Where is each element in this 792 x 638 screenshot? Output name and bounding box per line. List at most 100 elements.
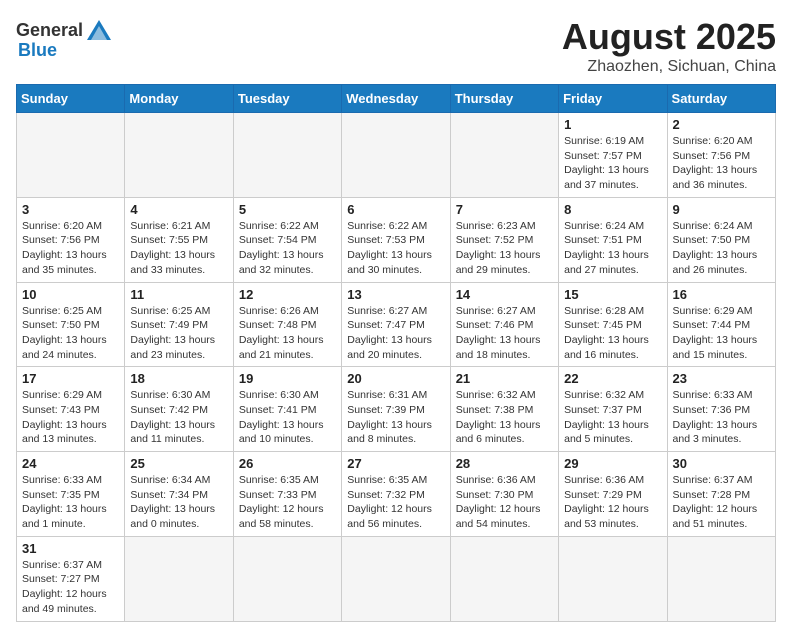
- day-info: Sunrise: 6:20 AM Sunset: 7:56 PM Dayligh…: [22, 219, 119, 278]
- day-number: 12: [239, 287, 336, 302]
- calendar-header-row: Sunday Monday Tuesday Wednesday Thursday…: [17, 85, 776, 113]
- calendar-week-4: 24Sunrise: 6:33 AM Sunset: 7:35 PM Dayli…: [17, 452, 776, 537]
- calendar-cell-4-3: 27 Sunrise: 6:35 AM Sunset: 7:32 PM Dayli…: [342, 452, 450, 537]
- day-number: 7: [456, 202, 553, 217]
- day-info: Sunrise: 6:26 AM Sunset: 7:48 PM Dayligh…: [239, 304, 336, 363]
- calendar-week-3: 17 Sunrise: 6:29 AM Sunset: 7:43 PM Dayli…: [17, 367, 776, 452]
- day-info: Sunrise: 6:25 AM Sunset: 7:50 PM Dayligh…: [22, 304, 119, 363]
- day-number: 30: [673, 456, 770, 471]
- day-info: Sunrise: 6:32 AM Sunset: 7:37 PM Dayligh…: [564, 388, 661, 447]
- calendar-title: August 2025: [562, 16, 776, 58]
- logo-blue-text: Blue: [18, 40, 57, 61]
- calendar-week-1: 3 Sunrise: 6:20 AM Sunset: 7:56 PM Daylig…: [17, 197, 776, 282]
- header-thursday: Thursday: [450, 85, 558, 113]
- day-info: Sunrise: 6:36 AM Sunset: 7:30 PM Dayligh…: [456, 473, 553, 532]
- day-info: Sunrise: 6:27 AM Sunset: 7:47 PM Dayligh…: [347, 304, 444, 363]
- day-info: Sunrise: 6:37 AM Sunset: 7:27 PM Dayligh…: [22, 558, 119, 617]
- calendar-cell-2-4: 14 Sunrise: 6:27 AM Sunset: 7:46 PM Dayli…: [450, 282, 558, 367]
- day-number: 14: [456, 287, 553, 302]
- calendar-cell-3-2: 19Sunrise: 6:30 AM Sunset: 7:41 PM Dayli…: [233, 367, 341, 452]
- title-section: August 2025 Zhaozhen, Sichuan, China: [562, 16, 776, 76]
- day-info: Sunrise: 6:31 AM Sunset: 7:39 PM Dayligh…: [347, 388, 444, 447]
- day-number: 28: [456, 456, 553, 471]
- day-number: 29: [564, 456, 661, 471]
- calendar-cell-2-0: 10Sunrise: 6:25 AM Sunset: 7:50 PM Dayli…: [17, 282, 125, 367]
- calendar-cell-5-5: [559, 536, 667, 621]
- calendar-cell-5-0: 31 Sunrise: 6:37 AM Sunset: 7:27 PM Dayli…: [17, 536, 125, 621]
- day-number: 19: [239, 371, 336, 386]
- day-number: 16: [673, 287, 770, 302]
- calendar-cell-4-4: 28 Sunrise: 6:36 AM Sunset: 7:30 PM Dayli…: [450, 452, 558, 537]
- calendar-cell-5-6: [667, 536, 775, 621]
- calendar-cell-1-5: 8Sunrise: 6:24 AM Sunset: 7:51 PM Daylig…: [559, 197, 667, 282]
- calendar-cell-0-6: 2Sunrise: 6:20 AM Sunset: 7:56 PM Daylig…: [667, 113, 775, 198]
- day-info: Sunrise: 6:30 AM Sunset: 7:42 PM Dayligh…: [130, 388, 227, 447]
- calendar-cell-1-3: 6 Sunrise: 6:22 AM Sunset: 7:53 PM Daylig…: [342, 197, 450, 282]
- logo: General Blue: [16, 16, 113, 61]
- day-number: 15: [564, 287, 661, 302]
- calendar-cell-5-3: [342, 536, 450, 621]
- header-wednesday: Wednesday: [342, 85, 450, 113]
- calendar-cell-4-5: 29 Sunrise: 6:36 AM Sunset: 7:29 PM Dayli…: [559, 452, 667, 537]
- calendar-cell-2-1: 11 Sunrise: 6:25 AM Sunset: 7:49 PM Dayli…: [125, 282, 233, 367]
- calendar-cell-0-1: [125, 113, 233, 198]
- day-info: Sunrise: 6:22 AM Sunset: 7:53 PM Dayligh…: [347, 219, 444, 278]
- calendar-cell-1-1: 4 Sunrise: 6:21 AM Sunset: 7:55 PM Daylig…: [125, 197, 233, 282]
- calendar-cell-3-1: 18 Sunrise: 6:30 AM Sunset: 7:42 PM Dayli…: [125, 367, 233, 452]
- day-number: 20: [347, 371, 444, 386]
- calendar-cell-4-2: 26Sunrise: 6:35 AM Sunset: 7:33 PM Dayli…: [233, 452, 341, 537]
- day-info: Sunrise: 6:29 AM Sunset: 7:44 PM Dayligh…: [673, 304, 770, 363]
- page-header: General Blue August 2025 Zhaozhen, Sichu…: [16, 16, 776, 76]
- day-info: Sunrise: 6:33 AM Sunset: 7:36 PM Dayligh…: [673, 388, 770, 447]
- calendar-cell-0-5: 1Sunrise: 6:19 AM Sunset: 7:57 PM Daylig…: [559, 113, 667, 198]
- day-number: 5: [239, 202, 336, 217]
- day-info: Sunrise: 6:20 AM Sunset: 7:56 PM Dayligh…: [673, 134, 770, 193]
- day-number: 6: [347, 202, 444, 217]
- day-number: 25: [130, 456, 227, 471]
- day-number: 31: [22, 541, 119, 556]
- day-number: 17: [22, 371, 119, 386]
- day-info: Sunrise: 6:32 AM Sunset: 7:38 PM Dayligh…: [456, 388, 553, 447]
- day-info: Sunrise: 6:36 AM Sunset: 7:29 PM Dayligh…: [564, 473, 661, 532]
- day-info: Sunrise: 6:29 AM Sunset: 7:43 PM Dayligh…: [22, 388, 119, 447]
- calendar-cell-4-1: 25Sunrise: 6:34 AM Sunset: 7:34 PM Dayli…: [125, 452, 233, 537]
- day-info: Sunrise: 6:22 AM Sunset: 7:54 PM Dayligh…: [239, 219, 336, 278]
- day-info: Sunrise: 6:25 AM Sunset: 7:49 PM Dayligh…: [130, 304, 227, 363]
- calendar-cell-1-2: 5 Sunrise: 6:22 AM Sunset: 7:54 PM Daylig…: [233, 197, 341, 282]
- day-info: Sunrise: 6:23 AM Sunset: 7:52 PM Dayligh…: [456, 219, 553, 278]
- calendar-cell-1-0: 3 Sunrise: 6:20 AM Sunset: 7:56 PM Daylig…: [17, 197, 125, 282]
- header-saturday: Saturday: [667, 85, 775, 113]
- calendar-cell-3-6: 23 Sunrise: 6:33 AM Sunset: 7:36 PM Dayli…: [667, 367, 775, 452]
- day-info: Sunrise: 6:24 AM Sunset: 7:50 PM Dayligh…: [673, 219, 770, 278]
- day-number: 18: [130, 371, 227, 386]
- day-number: 8: [564, 202, 661, 217]
- calendar-cell-3-0: 17 Sunrise: 6:29 AM Sunset: 7:43 PM Dayli…: [17, 367, 125, 452]
- calendar-week-2: 10Sunrise: 6:25 AM Sunset: 7:50 PM Dayli…: [17, 282, 776, 367]
- header-sunday: Sunday: [17, 85, 125, 113]
- day-number: 26: [239, 456, 336, 471]
- day-info: Sunrise: 6:19 AM Sunset: 7:57 PM Dayligh…: [564, 134, 661, 193]
- day-number: 4: [130, 202, 227, 217]
- calendar-week-0: 1Sunrise: 6:19 AM Sunset: 7:57 PM Daylig…: [17, 113, 776, 198]
- calendar-week-5: 31 Sunrise: 6:37 AM Sunset: 7:27 PM Dayli…: [17, 536, 776, 621]
- calendar-cell-0-4: [450, 113, 558, 198]
- calendar-subtitle: Zhaozhen, Sichuan, China: [562, 58, 776, 76]
- day-number: 22: [564, 371, 661, 386]
- header-tuesday: Tuesday: [233, 85, 341, 113]
- day-number: 3: [22, 202, 119, 217]
- day-info: Sunrise: 6:27 AM Sunset: 7:46 PM Dayligh…: [456, 304, 553, 363]
- day-number: 11: [130, 287, 227, 302]
- day-number: 23: [673, 371, 770, 386]
- day-info: Sunrise: 6:33 AM Sunset: 7:35 PM Dayligh…: [22, 473, 119, 532]
- logo-triangle-icon: [85, 16, 113, 44]
- calendar-cell-5-4: [450, 536, 558, 621]
- day-number: 27: [347, 456, 444, 471]
- calendar-cell-3-3: 20 Sunrise: 6:31 AM Sunset: 7:39 PM Dayli…: [342, 367, 450, 452]
- day-info: Sunrise: 6:28 AM Sunset: 7:45 PM Dayligh…: [564, 304, 661, 363]
- header-friday: Friday: [559, 85, 667, 113]
- day-info: Sunrise: 6:21 AM Sunset: 7:55 PM Dayligh…: [130, 219, 227, 278]
- calendar-cell-5-1: [125, 536, 233, 621]
- day-info: Sunrise: 6:35 AM Sunset: 7:32 PM Dayligh…: [347, 473, 444, 532]
- calendar-cell-1-6: 9Sunrise: 6:24 AM Sunset: 7:50 PM Daylig…: [667, 197, 775, 282]
- calendar-cell-0-2: [233, 113, 341, 198]
